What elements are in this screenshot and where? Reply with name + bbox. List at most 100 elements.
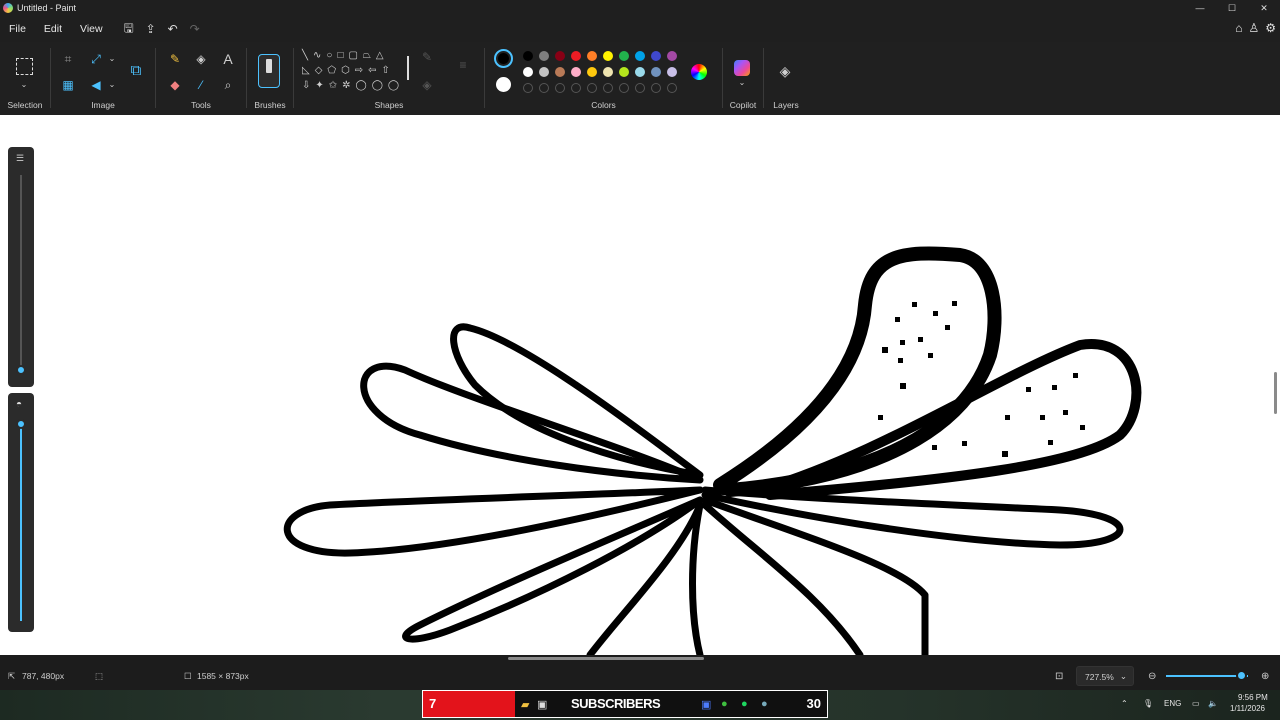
chevron-down-icon[interactable]: ⌄ <box>103 50 121 68</box>
color-picker-icon[interactable]: ⁄ <box>192 76 210 94</box>
canvas[interactable] <box>0 115 1280 655</box>
rectangle-select-icon[interactable] <box>16 58 33 75</box>
maximize-button[interactable]: ☐ <box>1216 0 1248 16</box>
palette-swatch[interactable] <box>523 67 533 77</box>
palette-swatch[interactable] <box>651 51 661 61</box>
menu-view[interactable]: View <box>71 23 112 35</box>
vertical-scrollbar[interactable] <box>1274 372 1277 414</box>
zoom-dropdown[interactable]: 727.5% ⌄ <box>1076 666 1134 686</box>
palette-swatch[interactable] <box>667 51 677 61</box>
custom-color-slot[interactable] <box>587 83 597 93</box>
share-icon[interactable]: ⇪ <box>140 22 162 36</box>
paint-app-icon <box>3 3 13 13</box>
layers-icon[interactable]: ◈ <box>776 62 794 80</box>
account-icon[interactable]: ♙ <box>1248 21 1259 35</box>
zoom-in-icon[interactable]: ⊕ <box>1261 671 1269 682</box>
palette-swatch[interactable] <box>619 67 629 77</box>
ribbon: ⌄ Selection ⌗ ⤢ ⌄ ▦ ◀ ⌄ ⧉ Image ✎ ◈ A ◆ … <box>0 42 1280 115</box>
palette-swatch[interactable] <box>603 67 613 77</box>
size-slider-knob[interactable] <box>16 365 26 375</box>
shapes-scroll-icon[interactable] <box>407 56 409 80</box>
language-indicator[interactable]: ENG <box>1164 699 1181 708</box>
crop-icon[interactable]: ⌗ <box>59 50 77 68</box>
palette-swatch[interactable] <box>555 67 565 77</box>
spotify-icon[interactable]: ● <box>741 698 748 710</box>
magnifier-icon[interactable]: ⌕ <box>219 76 237 94</box>
xbox-icon[interactable]: ● <box>721 698 728 710</box>
shape-fill-icon[interactable]: ◈ <box>418 76 436 94</box>
store-icon[interactable]: ▣ <box>537 698 547 711</box>
image-creator-icon[interactable]: ⧉ <box>127 62 145 80</box>
zoom-slider-knob[interactable] <box>1236 670 1247 681</box>
size-icon[interactable]: ≡ <box>454 56 472 74</box>
chevron-down-icon[interactable]: ⌄ <box>733 74 751 92</box>
menu-edit[interactable]: Edit <box>35 23 71 35</box>
paint-taskbar-icon[interactable]: ● <box>761 698 768 710</box>
settings-icon[interactable]: ⚙ <box>1265 21 1276 35</box>
custom-color-slot[interactable] <box>603 83 613 93</box>
secondary-color-icon[interactable] <box>496 77 511 92</box>
custom-color-slot[interactable] <box>523 83 533 93</box>
custom-color-slot[interactable] <box>571 83 581 93</box>
opacity-icon: ◓ <box>16 399 23 410</box>
undo-icon[interactable]: ↶ <box>162 22 184 36</box>
palette-swatch[interactable] <box>539 67 549 77</box>
size-icon: ☰ <box>16 153 25 163</box>
palette-swatch[interactable] <box>571 51 581 61</box>
selection-label: Selection <box>7 100 43 110</box>
menu-file[interactable]: File <box>0 23 35 35</box>
volume-icon[interactable]: 🔈 <box>1208 699 1218 708</box>
fit-to-window-icon[interactable]: ⊡ <box>1055 671 1063 682</box>
custom-color-slot[interactable] <box>667 83 677 93</box>
custom-color-slot[interactable] <box>635 83 645 93</box>
palette-swatch[interactable] <box>555 51 565 61</box>
primary-color-icon[interactable] <box>494 49 513 68</box>
brush-size-slider[interactable]: ☰ <box>8 147 34 387</box>
palette-swatch[interactable] <box>587 67 597 77</box>
opacity-slider-knob[interactable] <box>16 419 26 429</box>
fill-icon[interactable]: ◈ <box>192 50 210 68</box>
horizontal-scroll-thumb[interactable] <box>508 657 704 660</box>
chevron-down-icon[interactable]: ⌄ <box>15 76 33 94</box>
outline-icon[interactable]: ✎ <box>418 48 436 66</box>
palette-swatch[interactable] <box>651 67 661 77</box>
brushes-group: Brushes <box>247 42 293 115</box>
network-icon[interactable]: ▭ <box>1192 699 1200 708</box>
background-removal-icon[interactable]: ▦ <box>59 76 77 94</box>
folder-icon[interactable]: ▰ <box>521 698 529 711</box>
palette-swatch[interactable] <box>667 67 677 77</box>
palette-swatch[interactable] <box>539 51 549 61</box>
clock-date[interactable]: 1/11/2026 <box>1230 704 1265 713</box>
feedback-icon[interactable]: ⌂ <box>1235 21 1242 35</box>
pencil-icon[interactable]: ✎ <box>166 50 184 68</box>
edit-colors-icon[interactable] <box>691 64 707 80</box>
palette-swatch[interactable] <box>619 51 629 61</box>
zoom-out-icon[interactable]: ⊖ <box>1148 671 1156 682</box>
palette-swatch[interactable] <box>523 51 533 61</box>
chevron-down-icon[interactable]: ⌄ <box>103 76 121 94</box>
redo-icon[interactable]: ↷ <box>184 22 206 36</box>
size-slider-track[interactable] <box>20 175 22 371</box>
palette-swatch[interactable] <box>635 67 645 77</box>
brush-icon[interactable] <box>258 54 280 88</box>
opacity-slider[interactable]: ◓ <box>8 393 34 632</box>
text-icon[interactable]: A <box>219 50 237 68</box>
custom-color-slot[interactable] <box>619 83 629 93</box>
app-icon[interactable]: ▣ <box>701 698 711 711</box>
palette-swatch[interactable] <box>603 51 613 61</box>
close-button[interactable]: ✕ <box>1248 0 1280 16</box>
microphone-icon[interactable]: 🎙 <box>1143 699 1153 708</box>
shapes-gallery[interactable]: ╲∿○□▢⏢△ ◺◇⬠⬡⇨⇦⇧ ⇩✦✩✲◯◯◯ <box>302 48 410 93</box>
chevron-up-icon[interactable]: ⌃ <box>1121 699 1128 708</box>
palette-swatch[interactable] <box>587 51 597 61</box>
custom-color-slot[interactable] <box>539 83 549 93</box>
eraser-icon[interactable]: ◆ <box>166 76 184 94</box>
clock-time[interactable]: 9:56 PM <box>1238 693 1268 702</box>
palette-swatch[interactable] <box>635 51 645 61</box>
custom-color-slot[interactable] <box>555 83 565 93</box>
custom-color-slot[interactable] <box>651 83 661 93</box>
palette-swatch[interactable] <box>571 67 581 77</box>
status-bar: ⇱ 787, 480px ⬚ ☐ 1585 × 873px ⊡ 727.5% ⌄… <box>0 661 1280 690</box>
minimize-button[interactable]: — <box>1184 0 1216 16</box>
save-icon[interactable]: 🖫 <box>118 19 140 40</box>
